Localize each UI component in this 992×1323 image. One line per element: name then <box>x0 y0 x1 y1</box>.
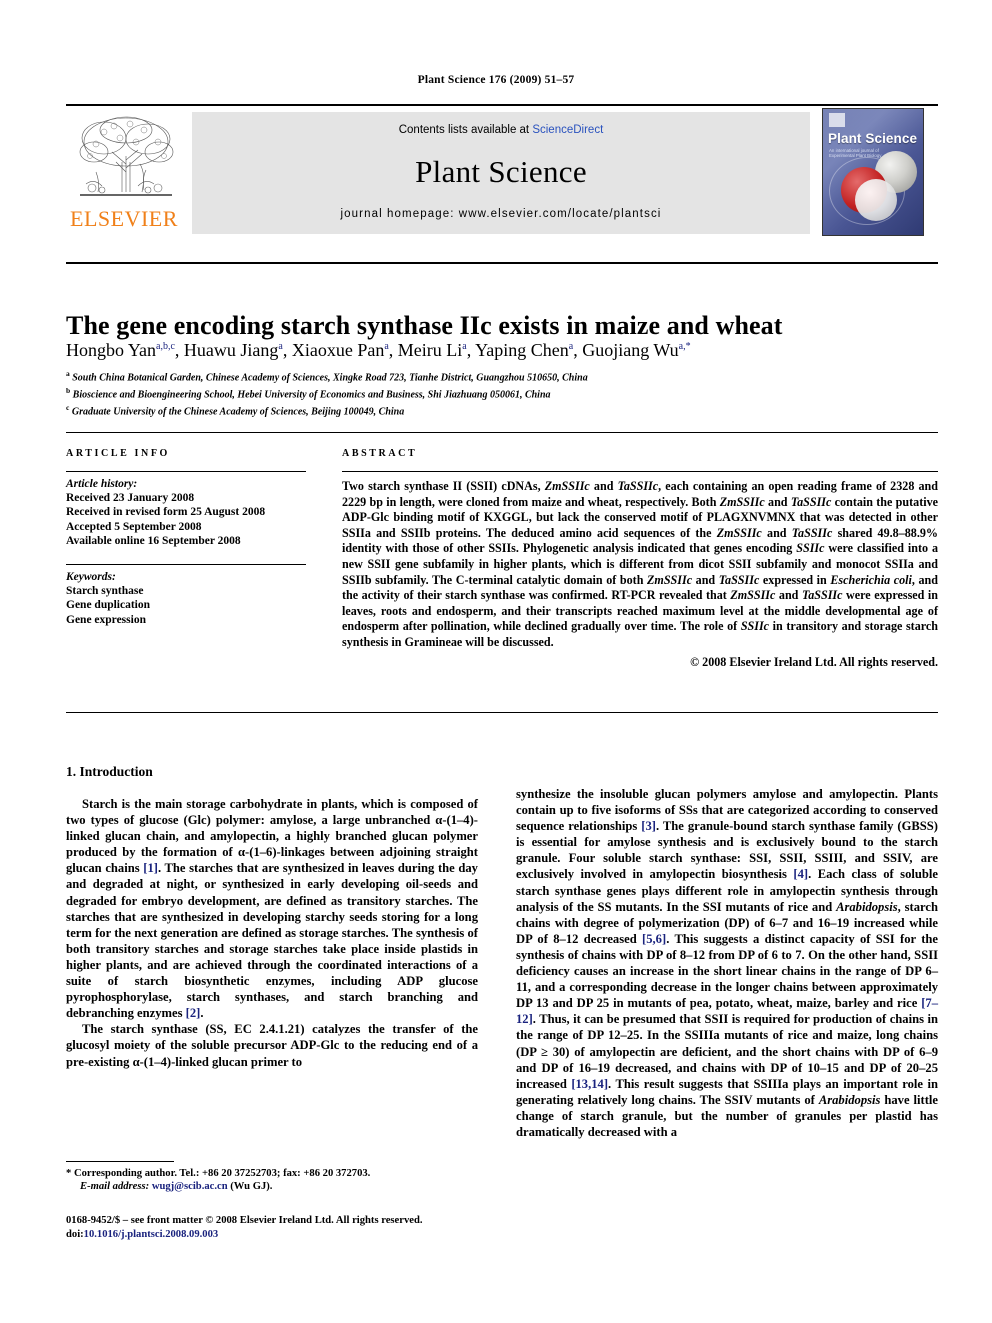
footer-issn-line: 0168-9452/$ – see front matter © 2008 El… <box>66 1215 423 1226</box>
citation-reference[interactable]: [3] <box>641 819 656 833</box>
affiliation-item: c Graduate University of the Chinese Aca… <box>66 402 405 418</box>
elsevier-wordmark: ELSEVIER <box>70 206 178 231</box>
corresponding-author-footnote: * Corresponding author. Tel.: +86 20 372… <box>66 1167 478 1194</box>
author-name: Huawu Jiang <box>183 340 279 360</box>
cover-title: Plant Science <box>828 131 918 146</box>
cover-subtitle: An international journal of Experimental… <box>829 148 882 159</box>
keyword-item: Gene expression <box>66 613 146 626</box>
running-head: Plant Science 176 (2009) 51–57 <box>417 74 575 86</box>
author-affiliation-mark: a <box>462 341 467 352</box>
info-divider-top <box>66 432 938 433</box>
author-affiliation-mark: a <box>384 341 389 352</box>
article-history-item: Received 23 January 2008 <box>66 492 195 505</box>
article-history-item: Received in revised form 25 August 2008 <box>66 506 266 519</box>
body-column-left: 1. Introduction Starch is the main stora… <box>66 764 478 1070</box>
author-affiliation-mark: a <box>278 341 283 352</box>
article-info-heading: ARTICLE INFO <box>66 448 170 459</box>
body-paragraph: The starch synthase (SS, EC 2.4.1.21) ca… <box>66 1022 478 1069</box>
article-history-block: Article history: Received 23 January 200… <box>66 472 306 548</box>
author-name: Hongbo Yan <box>66 340 157 360</box>
abstract-text: Two starch synthase II (SSII) cDNAs, ZmS… <box>342 479 939 649</box>
section-heading-introduction: 1. Introduction <box>66 764 153 779</box>
article-history-items: Received 23 January 2008 Received in revi… <box>66 491 306 548</box>
article-history-item: Available online 16 September 2008 <box>66 534 241 547</box>
contents-prefix: Contents lists available at <box>398 124 533 136</box>
affiliation-item: b Bioscience and Bioengineering School, … <box>66 385 551 401</box>
abstract-copyright: © 2008 Elsevier Ireland Ltd. All rights … <box>690 654 938 669</box>
doi-link[interactable]: 10.1016/j.plantsci.2008.09.003 <box>84 1229 219 1240</box>
abstract-column: ABSTRACT Two starch synthase II (SSII) c… <box>342 448 938 670</box>
keyword-items: Starch synthase Gene duplication Gene expr… <box>66 584 306 627</box>
journal-cover-thumbnail: Plant Science An international journal o… <box>822 108 924 236</box>
page-footer: 0168-9452/$ – see front matter © 2008 El… <box>66 1214 526 1241</box>
citation-reference[interactable]: [2] <box>186 1006 201 1020</box>
left-paragraphs: Starch is the main storage carbohydrate … <box>66 796 478 1070</box>
author-name: Meiru Li <box>397 340 463 360</box>
author-affiliation-mark: a <box>568 341 574 352</box>
elsevier-tree-icon <box>74 112 178 206</box>
elsevier-logo: ELSEVIER <box>66 112 182 234</box>
journal-masthead: ELSEVIER Contents lists available at Sci… <box>66 104 938 236</box>
abstract-heading: ABSTRACT <box>342 448 418 459</box>
footnote-corresponding-text: Corresponding author. Tel.: +86 20 37252… <box>73 1168 371 1179</box>
keyword-item: Starch synthase <box>66 585 144 598</box>
footnote-email-suffix: (Wu GJ). <box>230 1181 273 1193</box>
keywords-label: Keywords: <box>66 571 116 584</box>
citation-reference[interactable]: [7–12] <box>516 996 938 1026</box>
author-affiliation-mark: a,* <box>678 341 691 352</box>
citation-reference[interactable]: [13,14] <box>571 1077 608 1091</box>
body-paragraph: synthesize the insoluble glucan polymers… <box>516 787 939 1139</box>
footnote-email-label: E-mail address: <box>80 1181 150 1193</box>
tree-illustration-svg <box>79 116 174 196</box>
author-name: Xiaoxue Pan <box>291 340 385 360</box>
affiliation-item: a South China Botanical Garden, Chinese … <box>66 369 588 384</box>
journal-title: Plant Science <box>415 154 587 189</box>
affiliation-list: a South China Botanical Garden, Chinese … <box>66 368 938 419</box>
footnote-divider <box>66 1161 174 1162</box>
article-info-column: ARTICLE INFO Article history: Received 2… <box>66 448 306 627</box>
paper-page: Plant Science 176 (2009) 51–57 ELSEVIER … <box>0 0 992 1323</box>
citation-reference[interactable]: [4] <box>793 867 808 881</box>
article-history-item: Accepted 5 September 2008 <box>66 520 202 533</box>
sciencedirect-link[interactable]: ScienceDirect <box>532 124 603 136</box>
cover-circle-white <box>855 179 897 221</box>
footnote-email-link[interactable]: wugj@scib.ac.cn <box>152 1181 228 1192</box>
author-affiliation-mark: a,b,c <box>156 341 175 352</box>
contents-available-line: Contents lists available at ScienceDirec… <box>192 124 810 136</box>
info-divider-bottom <box>66 712 938 713</box>
doi-label: doi: <box>66 1228 84 1240</box>
keywords-block: Keywords: Starch synthase Gene duplicatio… <box>66 565 306 627</box>
body-paragraph: Starch is the main storage carbohydrate … <box>66 797 478 1021</box>
journal-banner: Contents lists available at ScienceDirec… <box>192 112 810 234</box>
citation-reference[interactable]: [5,6] <box>642 932 666 946</box>
title-divider <box>66 262 938 264</box>
footer-doi-line: doi:10.1016/j.plantsci.2008.09.003 <box>66 1228 526 1242</box>
author-name: Yaping Chen <box>475 340 569 360</box>
article-history-label: Article history: <box>66 478 138 490</box>
cover-elsevier-mark-icon <box>829 113 845 127</box>
keyword-item: Gene duplication <box>66 599 151 612</box>
author-list: Hongbo Yana,b,c, Huawu Jianga, Xiaoxue P… <box>66 340 691 360</box>
journal-homepage[interactable]: journal homepage: www.elsevier.com/locat… <box>192 208 810 220</box>
footnote-marker: * <box>66 1168 72 1179</box>
body-column-right: synthesize the insoluble glucan polymers… <box>516 786 938 1140</box>
author-name: Guojiang Wu <box>582 340 679 360</box>
right-paragraphs: synthesize the insoluble glucan polymers… <box>516 786 938 1140</box>
citation-reference[interactable]: [1] <box>143 861 158 875</box>
footnote-email-line: E-mail address: wugj@scib.ac.cn (Wu GJ). <box>66 1180 478 1193</box>
